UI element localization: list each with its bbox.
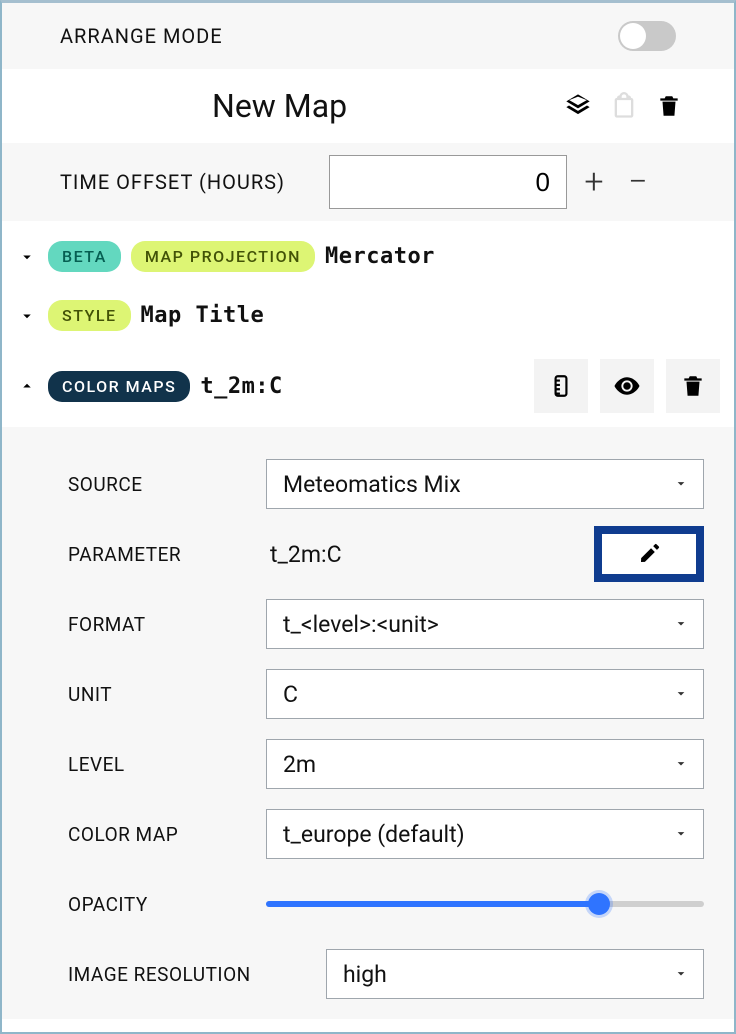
source-value: Meteomatics Mix xyxy=(283,471,461,498)
row-source: SOURCE Meteomatics Mix xyxy=(68,449,704,519)
parameter-value: t_2m:C xyxy=(266,541,586,568)
time-offset-row: TIME OFFSET (HOURS) + − xyxy=(2,143,734,221)
color-maps-value: t_2m:C xyxy=(200,374,282,399)
level-select[interactable]: 2m xyxy=(266,739,704,789)
style-badge: STYLE xyxy=(48,300,131,331)
opacity-slider[interactable] xyxy=(266,892,704,916)
increment-button[interactable]: + xyxy=(577,165,611,199)
layers-icon[interactable] xyxy=(564,92,592,120)
chevron-down-icon xyxy=(16,246,38,268)
clipboard-icon[interactable] xyxy=(610,92,638,120)
chevron-down-icon xyxy=(673,821,689,848)
unit-label: UNIT xyxy=(68,683,258,706)
image-resolution-label: IMAGE RESOLUTION xyxy=(68,963,318,986)
row-image-resolution: IMAGE RESOLUTION high xyxy=(68,939,704,1009)
color-map-label: COLOR MAP xyxy=(68,823,258,846)
ruler-button[interactable] xyxy=(534,359,588,413)
color-maps-badge: COLOR MAPS xyxy=(48,371,190,402)
decrement-button[interactable]: − xyxy=(621,165,655,199)
chevron-down-icon xyxy=(16,305,38,327)
page-title: New Map xyxy=(212,87,347,125)
unit-select[interactable]: C xyxy=(266,669,704,719)
slider-thumb[interactable] xyxy=(588,893,610,915)
color-map-select[interactable]: t_europe (default) xyxy=(266,809,704,859)
arrange-mode-row: ARRANGE MODE xyxy=(2,3,734,69)
map-projection-value: Mercator xyxy=(325,244,435,269)
row-level: LEVEL 2m xyxy=(68,729,704,799)
chevron-down-icon xyxy=(673,961,689,988)
arrange-mode-label: ARRANGE MODE xyxy=(60,24,223,48)
image-resolution-select[interactable]: high xyxy=(326,949,704,999)
row-parameter: PARAMETER t_2m:C xyxy=(68,519,704,589)
format-label: FORMAT xyxy=(68,613,258,636)
chevron-down-icon xyxy=(673,611,689,638)
row-opacity: OPACITY xyxy=(68,869,704,939)
section-color-maps[interactable]: COLOR MAPS t_2m:C xyxy=(2,345,734,427)
map-title-row: New Map xyxy=(2,69,734,143)
level-label: LEVEL xyxy=(68,753,258,776)
delete-layer-button[interactable] xyxy=(666,359,720,413)
time-offset-input[interactable] xyxy=(329,155,567,209)
trash-icon[interactable] xyxy=(656,93,682,119)
visibility-button[interactable] xyxy=(600,359,654,413)
style-value: Map Title xyxy=(141,303,265,328)
opacity-label: OPACITY xyxy=(68,893,258,916)
format-select[interactable]: t_<level>:<unit> xyxy=(266,599,704,649)
section-map-projection[interactable]: BETA MAP PROJECTION Mercator xyxy=(2,221,734,286)
source-select[interactable]: Meteomatics Mix xyxy=(266,459,704,509)
edit-parameter-button[interactable] xyxy=(594,526,704,582)
color-map-form: SOURCE Meteomatics Mix PARAMETER t_2m:C … xyxy=(2,427,734,1019)
format-value: t_<level>:<unit> xyxy=(283,611,439,638)
section-style[interactable]: STYLE Map Title xyxy=(2,286,734,345)
beta-badge: BETA xyxy=(48,241,121,272)
chevron-up-icon xyxy=(16,375,38,397)
row-format: FORMAT t_<level>:<unit> xyxy=(68,589,704,659)
unit-value: C xyxy=(283,681,298,708)
chevron-down-icon xyxy=(673,471,689,498)
arrange-mode-toggle[interactable] xyxy=(618,21,676,51)
map-projection-badge: MAP PROJECTION xyxy=(131,241,315,272)
color-map-value: t_europe (default) xyxy=(283,821,465,848)
parameter-label: PARAMETER xyxy=(68,543,258,566)
level-value: 2m xyxy=(283,751,316,778)
time-offset-label: TIME OFFSET (HOURS) xyxy=(60,170,285,194)
row-unit: UNIT C xyxy=(68,659,704,729)
row-color-map: COLOR MAP t_europe (default) xyxy=(68,799,704,869)
source-label: SOURCE xyxy=(68,473,258,496)
chevron-down-icon xyxy=(673,681,689,708)
image-resolution-value: high xyxy=(343,961,387,988)
chevron-down-icon xyxy=(673,751,689,778)
slider-fill xyxy=(266,901,599,907)
